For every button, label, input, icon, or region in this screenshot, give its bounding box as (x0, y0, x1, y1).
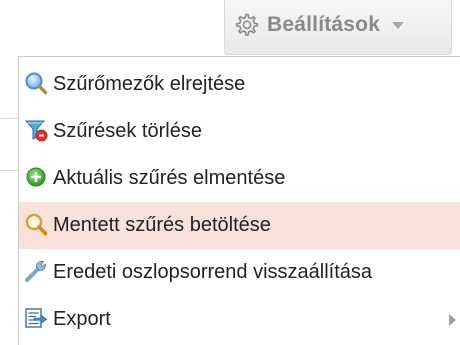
menu-item-restore-column-order[interactable]: Eredeti oszlopsorrend visszaállítása (19, 249, 460, 296)
background-divider (0, 118, 18, 119)
background-divider (0, 170, 18, 171)
add-circle-icon (26, 167, 46, 187)
menu-item-label: Mentett szűrés betöltése (53, 214, 271, 236)
filter-remove-icon (24, 120, 48, 142)
menu-item-label: Eredeti oszlopsorrend visszaállítása (53, 261, 373, 283)
menu-item-save-current-filter[interactable]: Aktuális szűrés elmentése (19, 155, 460, 202)
search-icon (25, 213, 48, 236)
menu-item-export[interactable]: Export (19, 296, 460, 343)
menu-item-label: Szűrések törlése (53, 120, 202, 142)
wrench-icon (25, 260, 46, 282)
menu-item-hide-filter-fields[interactable]: Szűrőmezők elrejtése (19, 61, 460, 108)
submenu-arrow-icon (449, 314, 456, 326)
menu-item-clear-filters[interactable]: Szűrések törlése (19, 108, 460, 155)
caret-down-icon (392, 21, 405, 29)
gear-icon (235, 13, 259, 36)
export-icon (25, 308, 48, 328)
menu-item-label: Szűrőmezők elrejtése (53, 73, 246, 95)
menu-item-load-saved-filter[interactable]: Mentett szűrés betöltése (19, 202, 460, 249)
settings-label: Beállítások (267, 13, 381, 36)
settings-button[interactable]: Beállítások (224, 0, 452, 55)
menu-item-label: Export (53, 308, 111, 330)
menu-item-label: Aktuális szűrés elmentése (53, 167, 286, 189)
settings-dropdown-menu: Szűrőmezők elrejtése Szűrések törlése Ak… (18, 56, 460, 345)
magnifier-icon (25, 72, 48, 95)
